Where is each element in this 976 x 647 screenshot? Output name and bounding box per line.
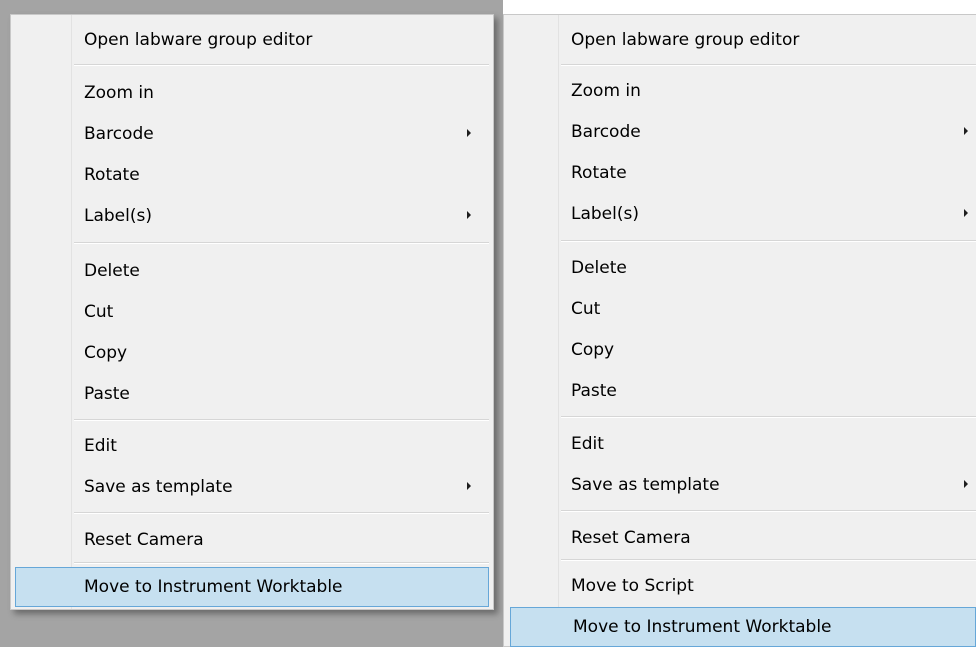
menu-item-save-as-template[interactable]: Save as template: [15, 467, 489, 507]
menu-item-reset-camera[interactable]: Reset Camera: [15, 520, 489, 560]
menu-item-label: Delete: [571, 258, 627, 278]
menu-separator: [561, 240, 976, 242]
context-menu-right: Open labware group editor Zoom in Barcod…: [503, 14, 976, 647]
menu-item-barcode[interactable]: Barcode: [15, 114, 489, 154]
menu-item-reset-camera[interactable]: Reset Camera: [508, 518, 976, 558]
menu-item-label: Open labware group editor: [571, 30, 800, 50]
menu-item-label: Label(s): [84, 206, 152, 226]
menu-separator: [561, 64, 976, 66]
menu-item-label: Zoom in: [84, 83, 154, 103]
submenu-arrow-icon: [964, 480, 968, 488]
menu-item-label: Move to Script: [571, 576, 694, 596]
menu-separator: [74, 64, 489, 66]
menu-item-copy[interactable]: Copy: [15, 333, 489, 373]
menu-item-label: Copy: [84, 343, 128, 363]
menu-item-label: Barcode: [571, 122, 641, 142]
menu-item-label: Save as template: [571, 475, 720, 495]
menu-item-label: Move to Instrument Worktable: [84, 577, 343, 597]
menu-item-delete[interactable]: Delete: [508, 248, 976, 288]
menu-item-label: Barcode: [84, 124, 154, 144]
menu-item-rotate[interactable]: Rotate: [508, 153, 976, 193]
menu-item-label: Copy: [571, 340, 615, 360]
menu-item-labels[interactable]: Label(s): [15, 196, 489, 236]
submenu-arrow-icon: [964, 127, 968, 135]
menu-item-copy[interactable]: Copy: [508, 330, 976, 370]
menu-separator: [561, 510, 976, 512]
menu-item-label: Delete: [84, 261, 140, 281]
menu-item-label: Edit: [571, 434, 604, 454]
menu-item-label: Label(s): [571, 204, 639, 224]
menu-item-label: Reset Camera: [571, 528, 691, 548]
menu-separator: [74, 562, 489, 564]
menu-item-move-to-instrument-worktable[interactable]: Move to Instrument Worktable: [15, 567, 489, 607]
menu-item-label: Cut: [571, 299, 601, 319]
menu-item-label: Rotate: [571, 163, 627, 183]
menu-item-open-labware-group-editor[interactable]: Open labware group editor: [15, 20, 489, 60]
menu-separator: [74, 419, 489, 421]
menu-item-save-as-template[interactable]: Save as template: [508, 465, 976, 505]
menu-item-label: Reset Camera: [84, 530, 204, 550]
menu-item-cut[interactable]: Cut: [15, 292, 489, 332]
menu-item-label: Rotate: [84, 165, 140, 185]
menu-separator: [74, 242, 489, 244]
menu-item-zoom-in[interactable]: Zoom in: [508, 71, 976, 111]
menu-separator: [561, 559, 976, 561]
menu-item-barcode[interactable]: Barcode: [508, 112, 976, 152]
menu-item-rotate[interactable]: Rotate: [15, 155, 489, 195]
menu-separator: [74, 512, 489, 514]
menu-item-label: Open labware group editor: [84, 30, 313, 50]
menu-item-label: Paste: [571, 381, 617, 401]
menu-item-edit[interactable]: Edit: [15, 426, 489, 466]
menu-item-labels[interactable]: Label(s): [508, 194, 976, 234]
menu-item-label: Save as template: [84, 477, 233, 497]
submenu-arrow-icon: [467, 211, 471, 219]
menu-item-cut[interactable]: Cut: [508, 289, 976, 329]
submenu-arrow-icon: [964, 209, 968, 217]
menu-item-label: Move to Instrument Worktable: [573, 617, 832, 637]
menu-item-label: Edit: [84, 436, 117, 456]
context-menu-left: Open labware group editor Zoom in Barcod…: [10, 14, 494, 610]
menu-item-label: Cut: [84, 302, 114, 322]
menu-item-edit[interactable]: Edit: [508, 424, 976, 464]
menu-item-zoom-in[interactable]: Zoom in: [15, 73, 489, 113]
menu-item-move-to-instrument-worktable[interactable]: Move to Instrument Worktable: [510, 607, 976, 647]
menu-item-open-labware-group-editor[interactable]: Open labware group editor: [508, 20, 976, 60]
menu-item-label: Paste: [84, 384, 130, 404]
submenu-arrow-icon: [467, 129, 471, 137]
menu-item-label: Zoom in: [571, 81, 641, 101]
menu-item-move-to-script[interactable]: Move to Script: [508, 566, 976, 606]
menu-item-paste[interactable]: Paste: [15, 374, 489, 414]
menu-separator: [561, 416, 976, 418]
submenu-arrow-icon: [467, 482, 471, 490]
menu-item-paste[interactable]: Paste: [508, 371, 976, 411]
menu-item-delete[interactable]: Delete: [15, 251, 489, 291]
